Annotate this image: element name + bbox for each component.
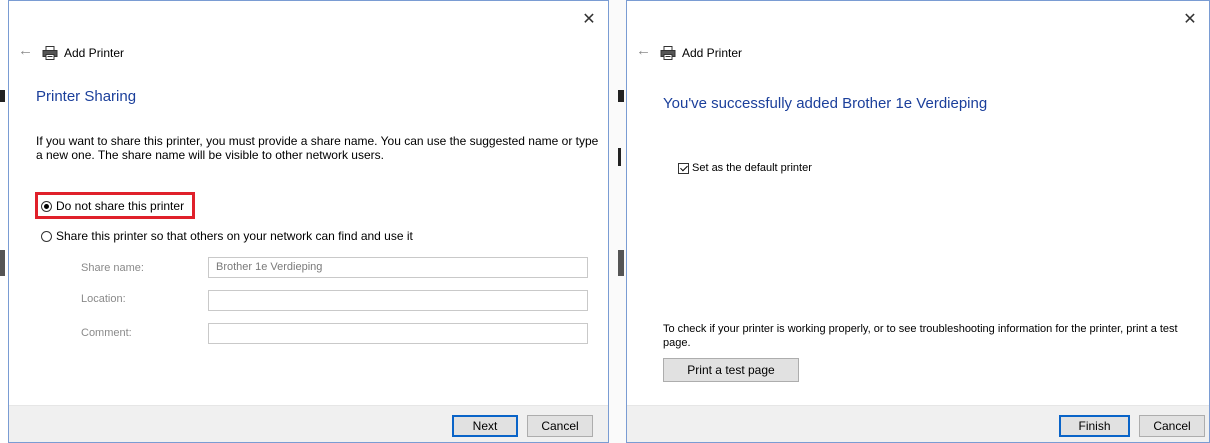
background-mark: [618, 148, 621, 166]
add-printer-success-dialog: ✕ ← Add Printer You've successfully adde…: [626, 0, 1210, 443]
dialog-footer: Next Cancel: [9, 405, 608, 442]
printer-icon: [660, 46, 676, 60]
cancel-button[interactable]: Cancel: [1139, 415, 1205, 437]
page-heading: You've successfully added Brother 1e Ver…: [663, 95, 988, 112]
radio-button[interactable]: [41, 230, 52, 242]
test-page-info: To check if your printer is working prop…: [663, 323, 1178, 349]
cancel-button[interactable]: Cancel: [527, 415, 593, 437]
radio-label: Do not share this printer: [56, 199, 185, 213]
radio-do-not-share[interactable]: Do not share this printer: [41, 199, 184, 213]
sharing-description: If you want to share this printer, you m…: [36, 134, 599, 162]
dialog-footer: Finish Cancel: [627, 405, 1209, 442]
add-printer-sharing-dialog: ✕ ← Add Printer Printer Sharing If you w…: [8, 0, 609, 443]
dialog-title: Add Printer: [64, 46, 125, 60]
page-heading: Printer Sharing: [36, 88, 137, 105]
background-mark: [609, 0, 626, 443]
checkbox-label: Set as the default printer: [692, 162, 812, 174]
finish-button[interactable]: Finish: [1059, 415, 1130, 437]
next-button[interactable]: Next: [452, 415, 518, 437]
print-test-page-button[interactable]: Print a test page: [663, 358, 799, 382]
default-printer-checkbox[interactable]: [678, 162, 689, 174]
radio-label: Share this printer so that others on you…: [56, 229, 413, 243]
background-mark: [0, 90, 5, 102]
background-mark: [618, 250, 624, 276]
close-button[interactable]: ✕: [1179, 9, 1201, 31]
share-name-field[interactable]: Brother 1e Verdieping: [208, 257, 588, 278]
background-left-strip: [0, 0, 8, 443]
background-mark: [0, 250, 5, 276]
location-label: Location:: [81, 293, 126, 305]
back-arrow-icon[interactable]: ←: [636, 42, 651, 59]
share-name-label: Share name:: [81, 262, 144, 274]
comment-field[interactable]: [208, 323, 588, 344]
close-icon: ✕: [1183, 11, 1197, 28]
back-arrow-icon[interactable]: ←: [18, 42, 33, 59]
radio-button-selected[interactable]: [41, 200, 52, 212]
default-printer-checkbox-row[interactable]: Set as the default printer: [678, 162, 812, 174]
location-field[interactable]: [208, 290, 588, 311]
dialog-title: Add Printer: [682, 46, 743, 60]
printer-icon: [42, 46, 58, 60]
background-mark: [618, 90, 624, 102]
close-icon: ✕: [582, 11, 596, 28]
close-button[interactable]: ✕: [578, 9, 600, 31]
comment-label: Comment:: [81, 327, 132, 339]
radio-share-printer[interactable]: Share this printer so that others on you…: [41, 229, 413, 243]
